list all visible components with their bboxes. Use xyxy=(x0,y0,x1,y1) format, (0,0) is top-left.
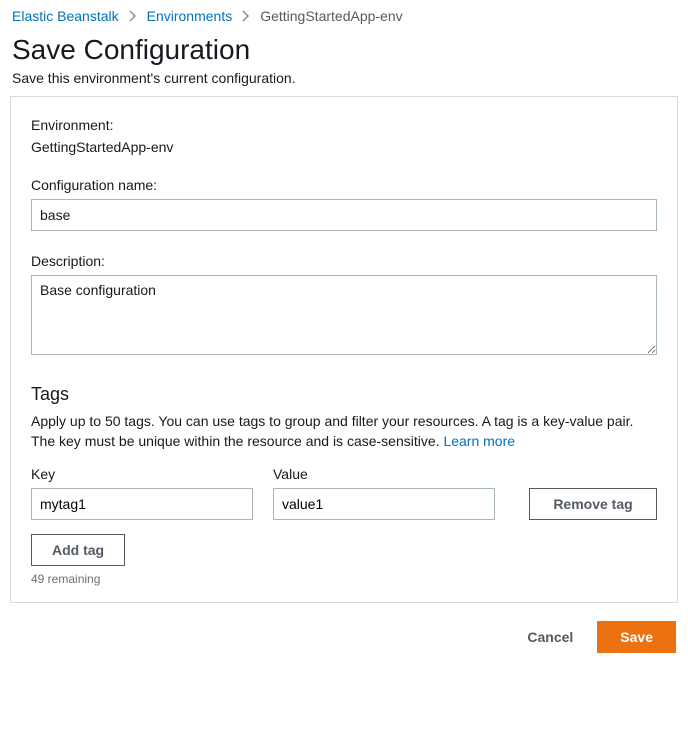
page-title: Save Configuration xyxy=(12,34,678,66)
add-tag-button[interactable]: Add tag xyxy=(31,534,125,566)
tag-key-input[interactable] xyxy=(31,488,253,520)
chevron-right-icon xyxy=(129,10,137,22)
footer-actions: Cancel Save xyxy=(10,621,678,653)
description-textarea[interactable] xyxy=(31,275,657,355)
remove-tag-button[interactable]: Remove tag xyxy=(529,488,657,520)
breadcrumb: Elastic Beanstalk Environments GettingSt… xyxy=(12,8,678,24)
tag-value-input[interactable] xyxy=(273,488,495,520)
environment-label: Environment: xyxy=(31,117,657,133)
tag-value-label: Value xyxy=(273,466,495,482)
config-name-label: Configuration name: xyxy=(31,177,657,193)
config-panel: Environment: GettingStartedApp-env Confi… xyxy=(10,96,678,603)
breadcrumb-link-service[interactable]: Elastic Beanstalk xyxy=(12,8,119,24)
tags-description: Apply up to 50 tags. You can use tags to… xyxy=(31,411,657,452)
config-name-input[interactable] xyxy=(31,199,657,231)
tags-remaining: 49 remaining xyxy=(31,572,657,586)
tag-key-label: Key xyxy=(31,466,253,482)
breadcrumb-link-environments[interactable]: Environments xyxy=(147,8,233,24)
page-subtitle: Save this environment's current configur… xyxy=(12,70,678,86)
breadcrumb-current: GettingStartedApp-env xyxy=(260,8,402,24)
environment-value: GettingStartedApp-env xyxy=(31,139,657,155)
cancel-button[interactable]: Cancel xyxy=(517,623,583,651)
tags-heading: Tags xyxy=(31,384,657,405)
learn-more-link[interactable]: Learn more xyxy=(443,433,515,449)
description-label: Description: xyxy=(31,253,657,269)
chevron-right-icon xyxy=(242,10,250,22)
tag-row: Key Value Remove tag xyxy=(31,466,657,520)
save-button[interactable]: Save xyxy=(597,621,676,653)
